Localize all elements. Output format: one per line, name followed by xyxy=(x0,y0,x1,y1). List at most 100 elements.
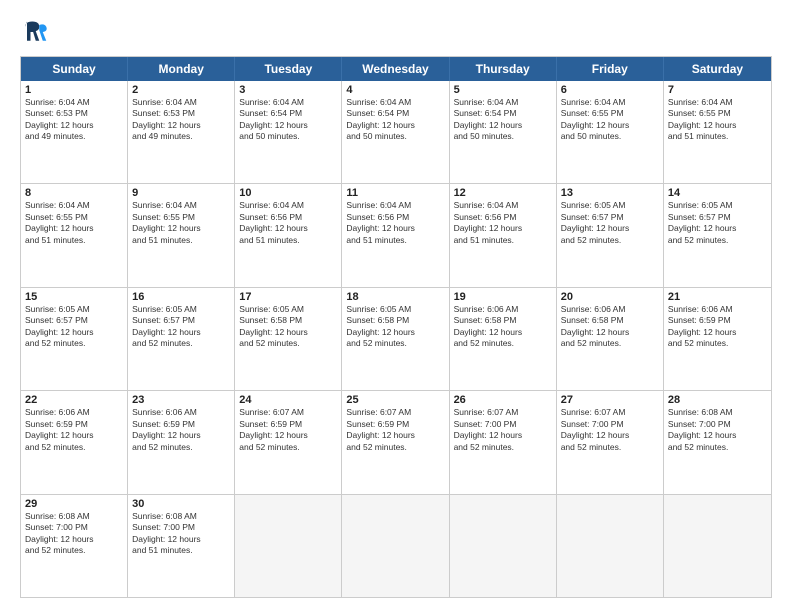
day-number: 22 xyxy=(25,394,123,406)
day-number: 16 xyxy=(132,291,230,303)
calendar-body: 1 Sunrise: 6:04 AMSunset: 6:53 PMDaylight… xyxy=(21,81,771,597)
day-number: 2 xyxy=(132,84,230,96)
calendar-cell-4-2 xyxy=(235,495,342,597)
day-info: Sunrise: 6:05 AMSunset: 6:57 PMDaylight:… xyxy=(561,200,659,246)
calendar-cell-1-5: 13Sunrise: 6:05 AMSunset: 6:57 PMDayligh… xyxy=(557,184,664,286)
calendar-cell-3-4: 26Sunrise: 6:07 AMSunset: 7:00 PMDayligh… xyxy=(450,391,557,493)
logo xyxy=(20,18,52,46)
calendar-cell-0-1: 2Sunrise: 6:04 AMSunset: 6:53 PMDaylight… xyxy=(128,81,235,183)
calendar-cell-2-2: 17Sunrise: 6:05 AMSunset: 6:58 PMDayligh… xyxy=(235,288,342,390)
day-info: Sunrise: 6:04 AMSunset: 6:56 PMDaylight:… xyxy=(346,200,444,246)
calendar-cell-1-1: 9Sunrise: 6:04 AMSunset: 6:55 PMDaylight… xyxy=(128,184,235,286)
day-info: Sunrise: 6:07 AMSunset: 7:00 PMDaylight:… xyxy=(561,407,659,453)
day-number: 19 xyxy=(454,291,552,303)
day-number: 27 xyxy=(561,394,659,406)
calendar-cell-0-3: 4Sunrise: 6:04 AMSunset: 6:54 PMDaylight… xyxy=(342,81,449,183)
day-number: 17 xyxy=(239,291,337,303)
day-number: 21 xyxy=(668,291,767,303)
day-number: 29 xyxy=(25,498,123,510)
calendar-week-3: 22Sunrise: 6:06 AMSunset: 6:59 PMDayligh… xyxy=(21,391,771,494)
day-info: Sunrise: 6:06 AMSunset: 6:59 PMDaylight:… xyxy=(25,407,123,453)
calendar-cell-4-0: 29Sunrise: 6:08 AMSunset: 7:00 PMDayligh… xyxy=(21,495,128,597)
day-number: 13 xyxy=(561,187,659,199)
calendar-cell-3-6: 28Sunrise: 6:08 AMSunset: 7:00 PMDayligh… xyxy=(664,391,771,493)
calendar-cell-0-4: 5Sunrise: 6:04 AMSunset: 6:54 PMDaylight… xyxy=(450,81,557,183)
calendar-cell-0-2: 3Sunrise: 6:04 AMSunset: 6:54 PMDaylight… xyxy=(235,81,342,183)
day-info: Sunrise: 6:04 AMSunset: 6:55 PMDaylight:… xyxy=(132,200,230,246)
header-monday: Monday xyxy=(128,57,235,81)
calendar-cell-0-0: 1Sunrise: 6:04 AMSunset: 6:53 PMDaylight… xyxy=(21,81,128,183)
day-info: Sunrise: 6:07 AMSunset: 6:59 PMDaylight:… xyxy=(239,407,337,453)
header-wednesday: Wednesday xyxy=(342,57,449,81)
calendar-cell-2-5: 20Sunrise: 6:06 AMSunset: 6:58 PMDayligh… xyxy=(557,288,664,390)
calendar-cell-3-5: 27Sunrise: 6:07 AMSunset: 7:00 PMDayligh… xyxy=(557,391,664,493)
day-info: Sunrise: 6:04 AMSunset: 6:55 PMDaylight:… xyxy=(561,97,659,143)
day-number: 23 xyxy=(132,394,230,406)
day-info: Sunrise: 6:06 AMSunset: 6:59 PMDaylight:… xyxy=(132,407,230,453)
header-tuesday: Tuesday xyxy=(235,57,342,81)
day-info: Sunrise: 6:08 AMSunset: 7:00 PMDaylight:… xyxy=(132,511,230,557)
day-info: Sunrise: 6:06 AMSunset: 6:59 PMDaylight:… xyxy=(668,304,767,350)
day-info: Sunrise: 6:04 AMSunset: 6:55 PMDaylight:… xyxy=(668,97,767,143)
calendar-page: Sunday Monday Tuesday Wednesday Thursday… xyxy=(0,0,792,612)
calendar-week-2: 15Sunrise: 6:05 AMSunset: 6:57 PMDayligh… xyxy=(21,288,771,391)
logo-icon xyxy=(20,18,48,46)
day-info: Sunrise: 6:04 AMSunset: 6:53 PMDaylight:… xyxy=(132,97,230,143)
calendar-cell-1-3: 11Sunrise: 6:04 AMSunset: 6:56 PMDayligh… xyxy=(342,184,449,286)
day-number: 30 xyxy=(132,498,230,510)
calendar-cell-2-1: 16Sunrise: 6:05 AMSunset: 6:57 PMDayligh… xyxy=(128,288,235,390)
day-number: 1 xyxy=(25,84,123,96)
day-number: 26 xyxy=(454,394,552,406)
day-info: Sunrise: 6:04 AMSunset: 6:54 PMDaylight:… xyxy=(454,97,552,143)
calendar-cell-3-3: 25Sunrise: 6:07 AMSunset: 6:59 PMDayligh… xyxy=(342,391,449,493)
calendar-cell-4-5 xyxy=(557,495,664,597)
day-info: Sunrise: 6:04 AMSunset: 6:55 PMDaylight:… xyxy=(25,200,123,246)
day-info: Sunrise: 6:04 AMSunset: 6:56 PMDaylight:… xyxy=(239,200,337,246)
day-number: 24 xyxy=(239,394,337,406)
day-info: Sunrise: 6:04 AMSunset: 6:56 PMDaylight:… xyxy=(454,200,552,246)
header-thursday: Thursday xyxy=(450,57,557,81)
day-info: Sunrise: 6:06 AMSunset: 6:58 PMDaylight:… xyxy=(561,304,659,350)
day-number: 14 xyxy=(668,187,767,199)
calendar-cell-2-6: 21Sunrise: 6:06 AMSunset: 6:59 PMDayligh… xyxy=(664,288,771,390)
calendar-cell-2-0: 15Sunrise: 6:05 AMSunset: 6:57 PMDayligh… xyxy=(21,288,128,390)
day-number: 6 xyxy=(561,84,659,96)
day-number: 5 xyxy=(454,84,552,96)
calendar-cell-1-2: 10Sunrise: 6:04 AMSunset: 6:56 PMDayligh… xyxy=(235,184,342,286)
day-number: 18 xyxy=(346,291,444,303)
day-info: Sunrise: 6:05 AMSunset: 6:57 PMDaylight:… xyxy=(25,304,123,350)
day-number: 4 xyxy=(346,84,444,96)
calendar-cell-0-5: 6Sunrise: 6:04 AMSunset: 6:55 PMDaylight… xyxy=(557,81,664,183)
day-info: Sunrise: 6:06 AMSunset: 6:58 PMDaylight:… xyxy=(454,304,552,350)
day-info: Sunrise: 6:05 AMSunset: 6:57 PMDaylight:… xyxy=(668,200,767,246)
day-number: 25 xyxy=(346,394,444,406)
calendar-cell-4-1: 30Sunrise: 6:08 AMSunset: 7:00 PMDayligh… xyxy=(128,495,235,597)
calendar-cell-0-6: 7Sunrise: 6:04 AMSunset: 6:55 PMDaylight… xyxy=(664,81,771,183)
day-number: 7 xyxy=(668,84,767,96)
day-info: Sunrise: 6:05 AMSunset: 6:58 PMDaylight:… xyxy=(346,304,444,350)
day-info: Sunrise: 6:05 AMSunset: 6:58 PMDaylight:… xyxy=(239,304,337,350)
day-info: Sunrise: 6:04 AMSunset: 6:54 PMDaylight:… xyxy=(346,97,444,143)
day-number: 15 xyxy=(25,291,123,303)
calendar-cell-1-0: 8Sunrise: 6:04 AMSunset: 6:55 PMDaylight… xyxy=(21,184,128,286)
day-info: Sunrise: 6:07 AMSunset: 7:00 PMDaylight:… xyxy=(454,407,552,453)
day-number: 12 xyxy=(454,187,552,199)
calendar: Sunday Monday Tuesday Wednesday Thursday… xyxy=(20,56,772,598)
calendar-week-0: 1 Sunrise: 6:04 AMSunset: 6:53 PMDaylight… xyxy=(21,81,771,184)
day-number: 11 xyxy=(346,187,444,199)
day-info: Sunrise: 6:05 AMSunset: 6:57 PMDaylight:… xyxy=(132,304,230,350)
day-number: 28 xyxy=(668,394,767,406)
day-number: 3 xyxy=(239,84,337,96)
header-friday: Friday xyxy=(557,57,664,81)
calendar-cell-1-4: 12Sunrise: 6:04 AMSunset: 6:56 PMDayligh… xyxy=(450,184,557,286)
day-number: 8 xyxy=(25,187,123,199)
day-info: Sunrise: 6:08 AMSunset: 7:00 PMDaylight:… xyxy=(668,407,767,453)
calendar-cell-2-3: 18Sunrise: 6:05 AMSunset: 6:58 PMDayligh… xyxy=(342,288,449,390)
day-number: 10 xyxy=(239,187,337,199)
calendar-cell-4-4 xyxy=(450,495,557,597)
calendar-cell-2-4: 19Sunrise: 6:06 AMSunset: 6:58 PMDayligh… xyxy=(450,288,557,390)
header-sunday: Sunday xyxy=(21,57,128,81)
calendar-week-4: 29 Sunrise: 6:08 AMSunset: 7:00 PMDayligh… xyxy=(21,495,771,597)
header-saturday: Saturday xyxy=(664,57,771,81)
page-header xyxy=(20,18,772,46)
